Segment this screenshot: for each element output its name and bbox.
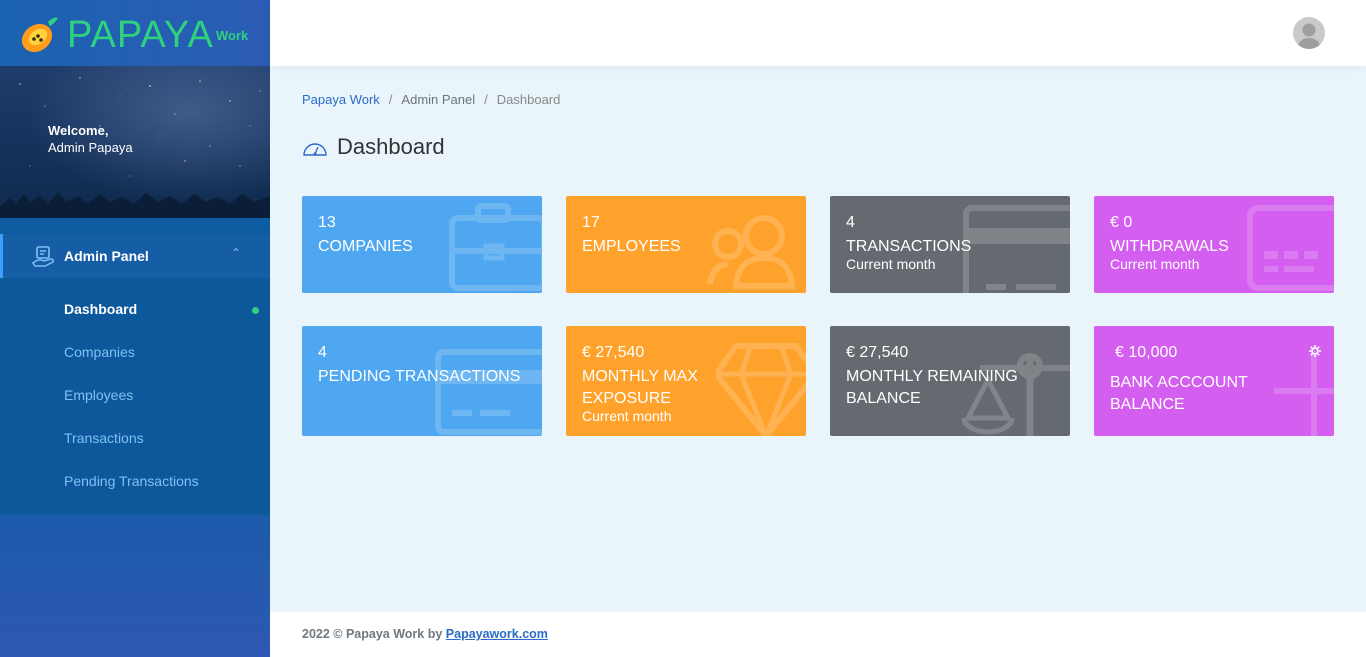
top-bar [270,0,1366,66]
card-subtitle: Current month [582,408,672,424]
card-value: 4 [318,344,327,361]
sidebar-items: Dashboard Companies Employees Transactio… [0,278,270,507]
sidebar-item-label: Dashboard [64,301,138,317]
card-title: COMPANIES [318,238,413,255]
card-title: MONTHLY REMAINING BALANCE [846,368,1018,407]
breadcrumb: Papaya Work / Admin Panel / Dashboard [302,92,561,107]
card-value: 4 [846,214,855,231]
footer-link[interactable]: Papayawork.com [446,627,548,641]
card-value: 17 [582,214,600,231]
card-subtitle: Current month [1110,256,1200,272]
card-value: € 27,540 [582,344,645,361]
user-avatar[interactable] [1293,17,1325,49]
active-indicator-dot [252,307,259,314]
sidebar-item-label: Pending Transactions [64,473,199,489]
card-title: MONTHLY MAX EXPOSURE [582,368,698,407]
sidebar-item-label: Transactions [64,430,144,446]
card-title: TRANSACTIONS [846,238,972,255]
sidebar-item-label: Employees [64,387,134,403]
sidebar-item-employees[interactable]: Employees [0,374,270,417]
card-value: 13 [318,214,336,231]
stat-card-bank-account-balance[interactable]: € 10,000 BANK ACCCOUNT BALANCE [1094,326,1334,436]
stat-card-monthly-remaining-balance[interactable]: € 27,540 MONTHLY REMAINING BALANCE [830,326,1070,436]
footer-text: 2022 © Papaya Work by Papayawork.com [302,627,548,641]
welcome-label: Welcome, [48,123,109,138]
papaya-logo-icon[interactable] [18,14,60,54]
sidebar-item-dashboard[interactable]: Dashboard [0,288,270,331]
sidebar-item-pending-transactions[interactable]: Pending Transactions [0,460,270,503]
sidebar-item-label: Companies [64,344,135,360]
card-subtitle: Current month [846,256,936,272]
card-value: € 27,540 [846,344,909,361]
logo-bar: PAPAYA Work [0,0,270,66]
sidebar: PAPAYA Work Welcome, Admin Papaya Admin … [0,0,270,657]
admin-panel-icon [32,246,54,267]
sidebar-item-transactions[interactable]: Transactions [0,417,270,460]
stat-card-monthly-max-exposure[interactable]: € 27,540 MONTHLY MAX EXPOSURE Current mo… [566,326,806,436]
stat-card-transactions[interactable]: 4 TRANSACTIONS Current month [830,196,1070,293]
dashboard-gauge-icon [303,143,327,156]
stat-card-companies[interactable]: 13 COMPANIES [302,196,542,293]
sidebar-section-label: Admin Panel [64,248,149,264]
user-silhouette-icon [1297,23,1321,49]
card-value: € 10,000 [1115,344,1178,361]
brand-sub: Work [216,28,249,43]
page-title: Dashboard [337,134,445,159]
card-title: WITHDRAWALS [1110,238,1229,255]
breadcrumb-link-home[interactable]: Papaya Work [302,92,380,107]
stat-card-withdrawals[interactable]: € 0 WITHDRAWALS Current month [1094,196,1334,293]
card-title: EMPLOYEES [582,238,681,255]
stat-card-employees[interactable]: 17 EMPLOYEES [566,196,806,293]
welcome-panel: Welcome, Admin Papaya [0,66,270,218]
stat-card-pending-transactions[interactable]: 4 PENDING TRANSACTIONS [302,326,542,436]
footer-copyright: 2022 © Papaya Work by [302,627,446,641]
chevron-up-icon[interactable]: ⌃ [231,246,241,260]
sidebar-section-admin-panel[interactable]: Admin Panel ⌃ [0,234,270,278]
sidebar-nav: Admin Panel ⌃ Dashboard Companies Employ… [0,234,270,515]
card-title: PENDING TRANSACTIONS [318,368,521,385]
card-value: € 0 [1110,214,1133,231]
settings-gear-icon[interactable] [1308,344,1322,358]
sidebar-item-companies[interactable]: Companies [0,331,270,374]
brand-name[interactable]: PAPAYA [67,14,214,57]
night-sky-illustration [0,66,270,218]
footer: 2022 © Papaya Work by Papayawork.com [270,612,1366,657]
user-name: Admin Papaya [48,140,133,155]
breadcrumb-current: Dashboard [496,92,561,107]
breadcrumb-link-admin-panel[interactable]: Admin Panel [401,92,475,107]
card-title: BANK ACCCOUNT BALANCE [1110,374,1248,413]
